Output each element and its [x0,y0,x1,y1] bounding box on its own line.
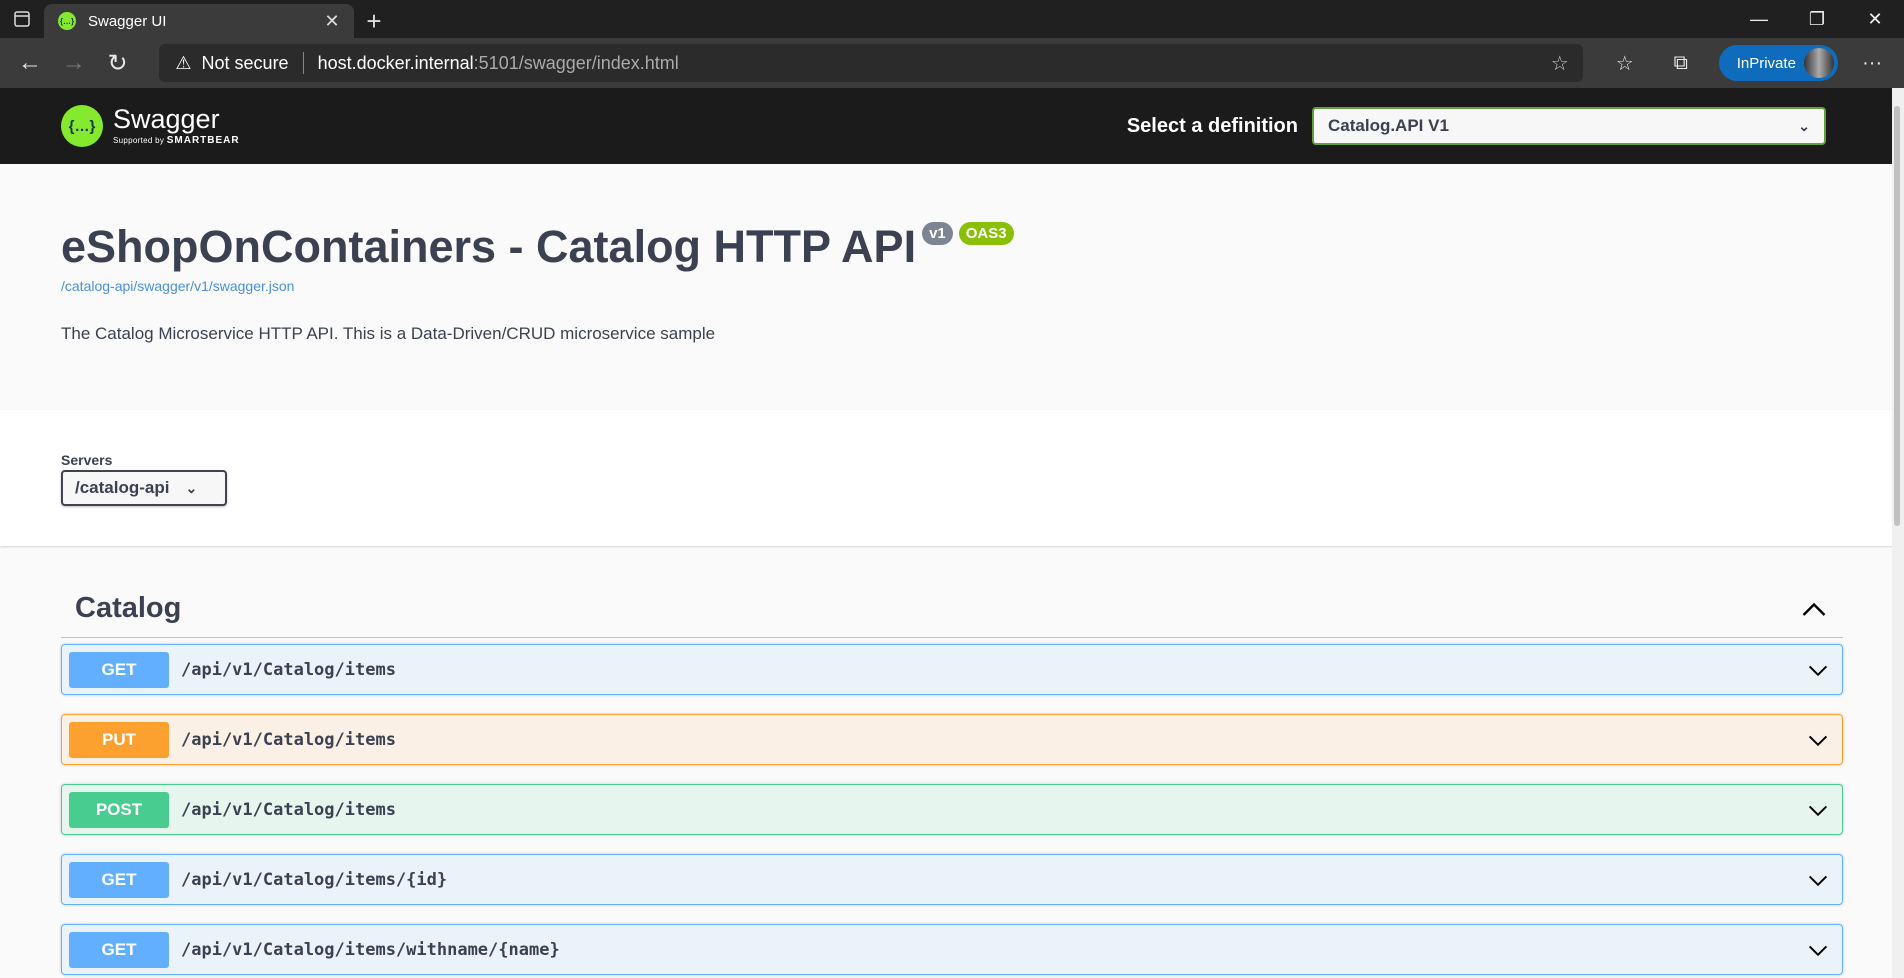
scrollbar-thumb[interactable] [1894,106,1900,526]
operation-path: /api/v1/Catalog/items [181,729,396,750]
version-badge: v1 [922,222,953,245]
logo-sub-prefix: Supported by [113,136,165,145]
api-info: eShopOnContainers - Catalog HTTP API v1 … [0,164,1904,410]
oas-badge: OAS3 [958,222,1014,245]
window-controls: — ❐ ✕ [1730,0,1904,38]
operation-row[interactable]: GET /api/v1/Catalog/items/withname/{name… [61,924,1843,975]
chevron-down-icon: ⌄ [1798,117,1810,134]
method-badge: POST [69,791,169,828]
back-button[interactable]: ← [8,43,52,83]
page-viewport: {…} Swagger Supported by SMARTBEAR Selec… [0,88,1904,978]
tab-title: Swagger UI [88,12,167,30]
inprivate-label: InPrivate [1736,54,1796,72]
operation-path: /api/v1/Catalog/items/withname/{name} [181,939,560,960]
inprivate-button[interactable]: InPrivate [1718,45,1839,81]
close-window-button[interactable]: ✕ [1846,0,1904,38]
chevron-down-icon[interactable] [1806,798,1830,822]
browser-toolbar: ← → ↻ ⚠ Not secure host.docker.internal:… [0,38,1904,88]
logo-text: Swagger [113,104,220,134]
swagger-logo[interactable]: {…} Swagger Supported by SMARTBEAR [61,105,240,147]
swagger-topbar: {…} Swagger Supported by SMARTBEAR Selec… [0,88,1904,164]
method-badge: GET [69,861,169,898]
operation-path: /api/v1/Catalog/items [181,799,396,820]
spec-url-link[interactable]: /catalog-api/swagger/v1/swagger.json [61,278,1843,294]
definition-selector: Select a definition Catalog.API V1 ⌄ [1127,107,1826,145]
browser-tab-swagger[interactable]: {…} Swagger UI ✕ [44,4,354,38]
collections-icon[interactable]: ⧉ [1653,43,1709,83]
url-host: host.docker.internal [317,52,474,73]
refresh-button[interactable]: ↻ [96,43,140,83]
chevron-down-icon[interactable] [1806,868,1830,892]
method-badge: PUT [69,721,169,758]
servers-select[interactable]: /catalog-api ⌄ [61,470,227,506]
address-separator [302,52,304,74]
new-tab-button[interactable]: + [354,4,394,38]
servers-value: /catalog-api [75,478,170,497]
chevron-down-icon[interactable] [1806,728,1830,752]
add-favorite-icon[interactable]: ☆ [1551,51,1569,76]
method-badge: GET [69,651,169,688]
method-badge: GET [69,931,169,968]
minimize-button[interactable]: — [1730,0,1788,38]
operation-row[interactable]: GET /api/v1/Catalog/items/{id} [61,854,1843,905]
operation-path: /api/v1/Catalog/items/{id} [181,869,448,890]
chevron-down-icon[interactable] [1806,938,1830,962]
operation-path: /api/v1/Catalog/items [181,659,396,680]
tab-actions-button[interactable] [0,0,44,38]
restore-button[interactable]: ❐ [1788,0,1846,38]
definition-value: Catalog.API V1 [1328,116,1449,135]
close-tab-icon[interactable]: ✕ [320,11,344,32]
security-label[interactable]: Not secure [202,53,289,74]
servers-label: Servers [61,452,113,468]
tab-actions-icon [14,11,30,27]
operation-row[interactable]: POST /api/v1/Catalog/items [61,784,1843,835]
logo-subtext: Supported by SMARTBEAR [113,135,240,146]
logo-sub-brand: SMARTBEAR [166,135,240,146]
settings-more-icon[interactable]: ··· [1848,52,1896,75]
warning-icon[interactable]: ⚠ [175,53,191,74]
operation-row[interactable]: GET /api/v1/Catalog/items [61,644,1843,695]
address-bar[interactable]: ⚠ Not secure host.docker.internal:5101/s… [159,44,1583,82]
browser-tab-bar: {…} Swagger UI ✕ + — ❐ ✕ [0,0,1904,38]
favorites-icon[interactable]: ☆ [1597,43,1653,83]
servers-section: Servers /catalog-api ⌄ [0,410,1904,546]
api-title: eShopOnContainers - Catalog HTTP API [61,221,917,272]
definition-label: Select a definition [1126,114,1298,137]
definition-select[interactable]: Catalog.API V1 ⌄ [1312,107,1826,145]
operation-row[interactable]: PUT /api/v1/Catalog/items [61,714,1843,765]
url-path: :5101/swagger/index.html [473,52,679,73]
profile-avatar [1804,48,1835,78]
chevron-down-icon[interactable] [1806,658,1830,682]
api-description: The Catalog Microservice HTTP API. This … [61,324,716,343]
operations-list: GET /api/v1/Catalog/items PUT /api/v1/Ca… [61,644,1843,975]
forward-button[interactable]: → [52,43,96,83]
chevron-down-icon: ⌄ [185,479,198,496]
chevron-up-icon[interactable] [1799,594,1829,624]
swagger-logo-icon: {…} [61,105,103,147]
swagger-favicon-icon: {…} [58,12,76,30]
page-scrollbar[interactable] [1892,88,1904,978]
tag-title: Catalog [75,592,182,624]
tag-section-catalog[interactable]: Catalog [61,580,1843,638]
